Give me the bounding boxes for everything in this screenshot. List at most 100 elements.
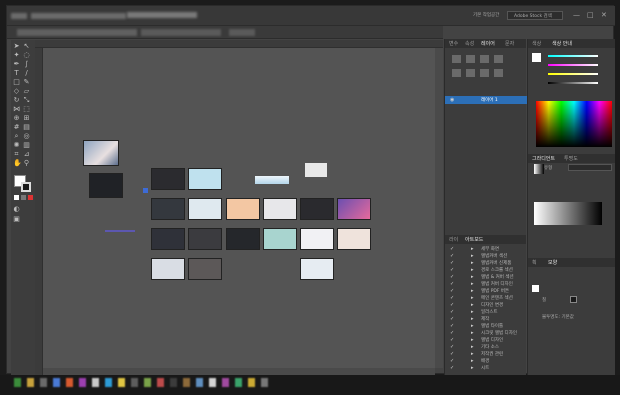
layer-row-selected[interactable]: ◉ 레이어 1 bbox=[445, 96, 527, 104]
shaper-tool-icon[interactable]: ◇ bbox=[13, 88, 20, 95]
artboard[interactable] bbox=[89, 173, 123, 198]
artwork[interactable] bbox=[105, 230, 135, 232]
yellow-slider[interactable] bbox=[548, 73, 598, 75]
gradient-mode-icon[interactable] bbox=[21, 195, 26, 200]
free-transform-tool-icon[interactable]: ⬚ bbox=[23, 106, 30, 113]
line-tool-icon[interactable]: / bbox=[23, 70, 30, 77]
zoom-tool-icon[interactable]: ⚲ bbox=[23, 160, 30, 167]
document-tab-3[interactable] bbox=[229, 29, 255, 36]
artboard[interactable] bbox=[151, 198, 185, 220]
artboard[interactable] bbox=[300, 228, 334, 250]
taskbar-app-icon[interactable] bbox=[66, 378, 73, 387]
taskbar-app-icon[interactable] bbox=[209, 378, 216, 387]
taskbar-app-icon[interactable] bbox=[183, 378, 190, 387]
align-top-icon[interactable] bbox=[494, 55, 503, 63]
taskbar-app-icon[interactable] bbox=[105, 378, 112, 387]
visibility-icon[interactable]: ◉ bbox=[450, 97, 454, 103]
menu-items[interactable] bbox=[31, 13, 126, 19]
artboard[interactable] bbox=[226, 198, 260, 220]
tab-variables[interactable]: 변수 bbox=[449, 40, 458, 47]
taskbar-app-icon[interactable] bbox=[261, 378, 268, 387]
taskbar-app-icon[interactable] bbox=[53, 378, 60, 387]
taskbar-app-icon[interactable] bbox=[118, 378, 125, 387]
tab-gradient[interactable]: 그라디언트 bbox=[532, 155, 555, 162]
vertical-scrollbar[interactable] bbox=[435, 48, 443, 368]
gradient-type-select[interactable] bbox=[568, 164, 612, 171]
distribute-icon[interactable] bbox=[494, 69, 503, 77]
maximize-icon[interactable]: □ bbox=[587, 11, 594, 19]
workspace-label[interactable]: 기본 작업공간 bbox=[473, 12, 499, 18]
stock-search-input[interactable]: Adobe Stock 검색 bbox=[507, 11, 563, 20]
rectangle-tool-icon[interactable]: □ bbox=[13, 79, 20, 86]
artboard[interactable] bbox=[337, 228, 371, 250]
tab-appearance[interactable]: 모양 bbox=[548, 259, 557, 266]
artboard[interactable] bbox=[151, 228, 185, 250]
selection-tool-icon[interactable]: ➤ bbox=[13, 43, 20, 50]
cyan-slider[interactable] bbox=[548, 55, 598, 57]
tab-layers[interactable]: 레이어 bbox=[481, 40, 495, 47]
artboard[interactable] bbox=[188, 228, 222, 250]
pen-tool-icon[interactable]: ✒ bbox=[13, 61, 20, 68]
taskbar-app-icon[interactable] bbox=[79, 378, 86, 387]
tab-properties[interactable]: 속성 bbox=[465, 40, 474, 47]
artboard-tool-icon[interactable]: ⌗ bbox=[13, 151, 20, 158]
close-icon[interactable]: ✕ bbox=[601, 11, 607, 19]
taskbar-app-icon[interactable] bbox=[248, 378, 255, 387]
symbol-sprayer-tool-icon[interactable]: ✺ bbox=[13, 142, 20, 149]
expand-icon[interactable]: ▸ bbox=[471, 365, 474, 371]
width-tool-icon[interactable]: ⋈ bbox=[13, 106, 20, 113]
artboard[interactable] bbox=[300, 198, 334, 220]
taskbar-app-icon[interactable] bbox=[144, 378, 151, 387]
type-tool-icon[interactable]: T bbox=[13, 70, 20, 77]
eraser-tool-icon[interactable]: ▱ bbox=[23, 88, 30, 95]
artboard[interactable] bbox=[263, 228, 297, 250]
gradient-tool-icon[interactable]: ▤ bbox=[23, 124, 30, 131]
document-tab[interactable] bbox=[17, 29, 137, 36]
black-slider[interactable] bbox=[548, 82, 598, 84]
direct-selection-tool-icon[interactable]: ↖ bbox=[23, 43, 30, 50]
taskbar-app-icon[interactable] bbox=[92, 378, 99, 387]
screen-mode-icon[interactable]: ▣ bbox=[13, 216, 20, 223]
artboard[interactable] bbox=[188, 198, 222, 220]
artwork[interactable] bbox=[305, 163, 327, 177]
blend-tool-icon[interactable]: ◎ bbox=[23, 133, 30, 140]
none-mode-icon[interactable] bbox=[28, 195, 33, 200]
color-spectrum[interactable] bbox=[536, 101, 612, 147]
tab-transparency[interactable]: 투명도 bbox=[564, 155, 578, 162]
taskbar-app-icon[interactable] bbox=[27, 378, 34, 387]
taskbar-app-icon[interactable] bbox=[157, 378, 164, 387]
artboard[interactable] bbox=[188, 258, 222, 280]
artwork[interactable] bbox=[143, 188, 148, 193]
align-center-icon[interactable] bbox=[466, 55, 475, 63]
tab-color-guide[interactable]: 색상 안내 bbox=[552, 40, 572, 47]
taskbar-app-icon[interactable] bbox=[170, 378, 177, 387]
tab-links[interactable]: 라이 bbox=[449, 236, 458, 243]
document-tab-2[interactable] bbox=[141, 29, 221, 36]
paintbrush-tool-icon[interactable]: ✎ bbox=[23, 79, 30, 86]
gradient-preview-icon[interactable] bbox=[534, 164, 544, 174]
artboard[interactable] bbox=[300, 258, 334, 280]
distribute-icon[interactable] bbox=[452, 69, 461, 77]
tab-artboards[interactable]: 아트보드 bbox=[465, 236, 483, 243]
magenta-slider[interactable] bbox=[548, 64, 598, 66]
curvature-tool-icon[interactable]: ∫ bbox=[23, 61, 30, 68]
artboard[interactable] bbox=[337, 198, 371, 220]
align-left-icon[interactable] bbox=[452, 55, 461, 63]
taskbar-app-icon[interactable] bbox=[222, 378, 229, 387]
eyedropper-tool-icon[interactable]: ⌕ bbox=[13, 133, 20, 140]
appearance-fill-swatch[interactable] bbox=[570, 296, 577, 303]
distribute-icon[interactable] bbox=[480, 69, 489, 77]
scale-tool-icon[interactable]: ⤡ bbox=[23, 97, 30, 104]
graph-tool-icon[interactable]: ▥ bbox=[23, 142, 30, 149]
taskbar-app-icon[interactable] bbox=[40, 378, 47, 387]
taskbar-app-icon[interactable] bbox=[131, 378, 138, 387]
taskbar-app-icon[interactable] bbox=[196, 378, 203, 387]
taskbar-app-icon[interactable] bbox=[14, 378, 21, 387]
canvas[interactable] bbox=[43, 48, 435, 368]
tab-character[interactable]: 문자 bbox=[505, 40, 514, 47]
lasso-tool-icon[interactable]: ◌ bbox=[23, 52, 30, 59]
artboard[interactable] bbox=[83, 140, 119, 166]
tab-stroke[interactable]: 획 bbox=[532, 259, 537, 266]
tab-color[interactable]: 색상 bbox=[532, 40, 541, 47]
layer-row[interactable]: ✓ ▸ 시트 bbox=[445, 364, 527, 372]
